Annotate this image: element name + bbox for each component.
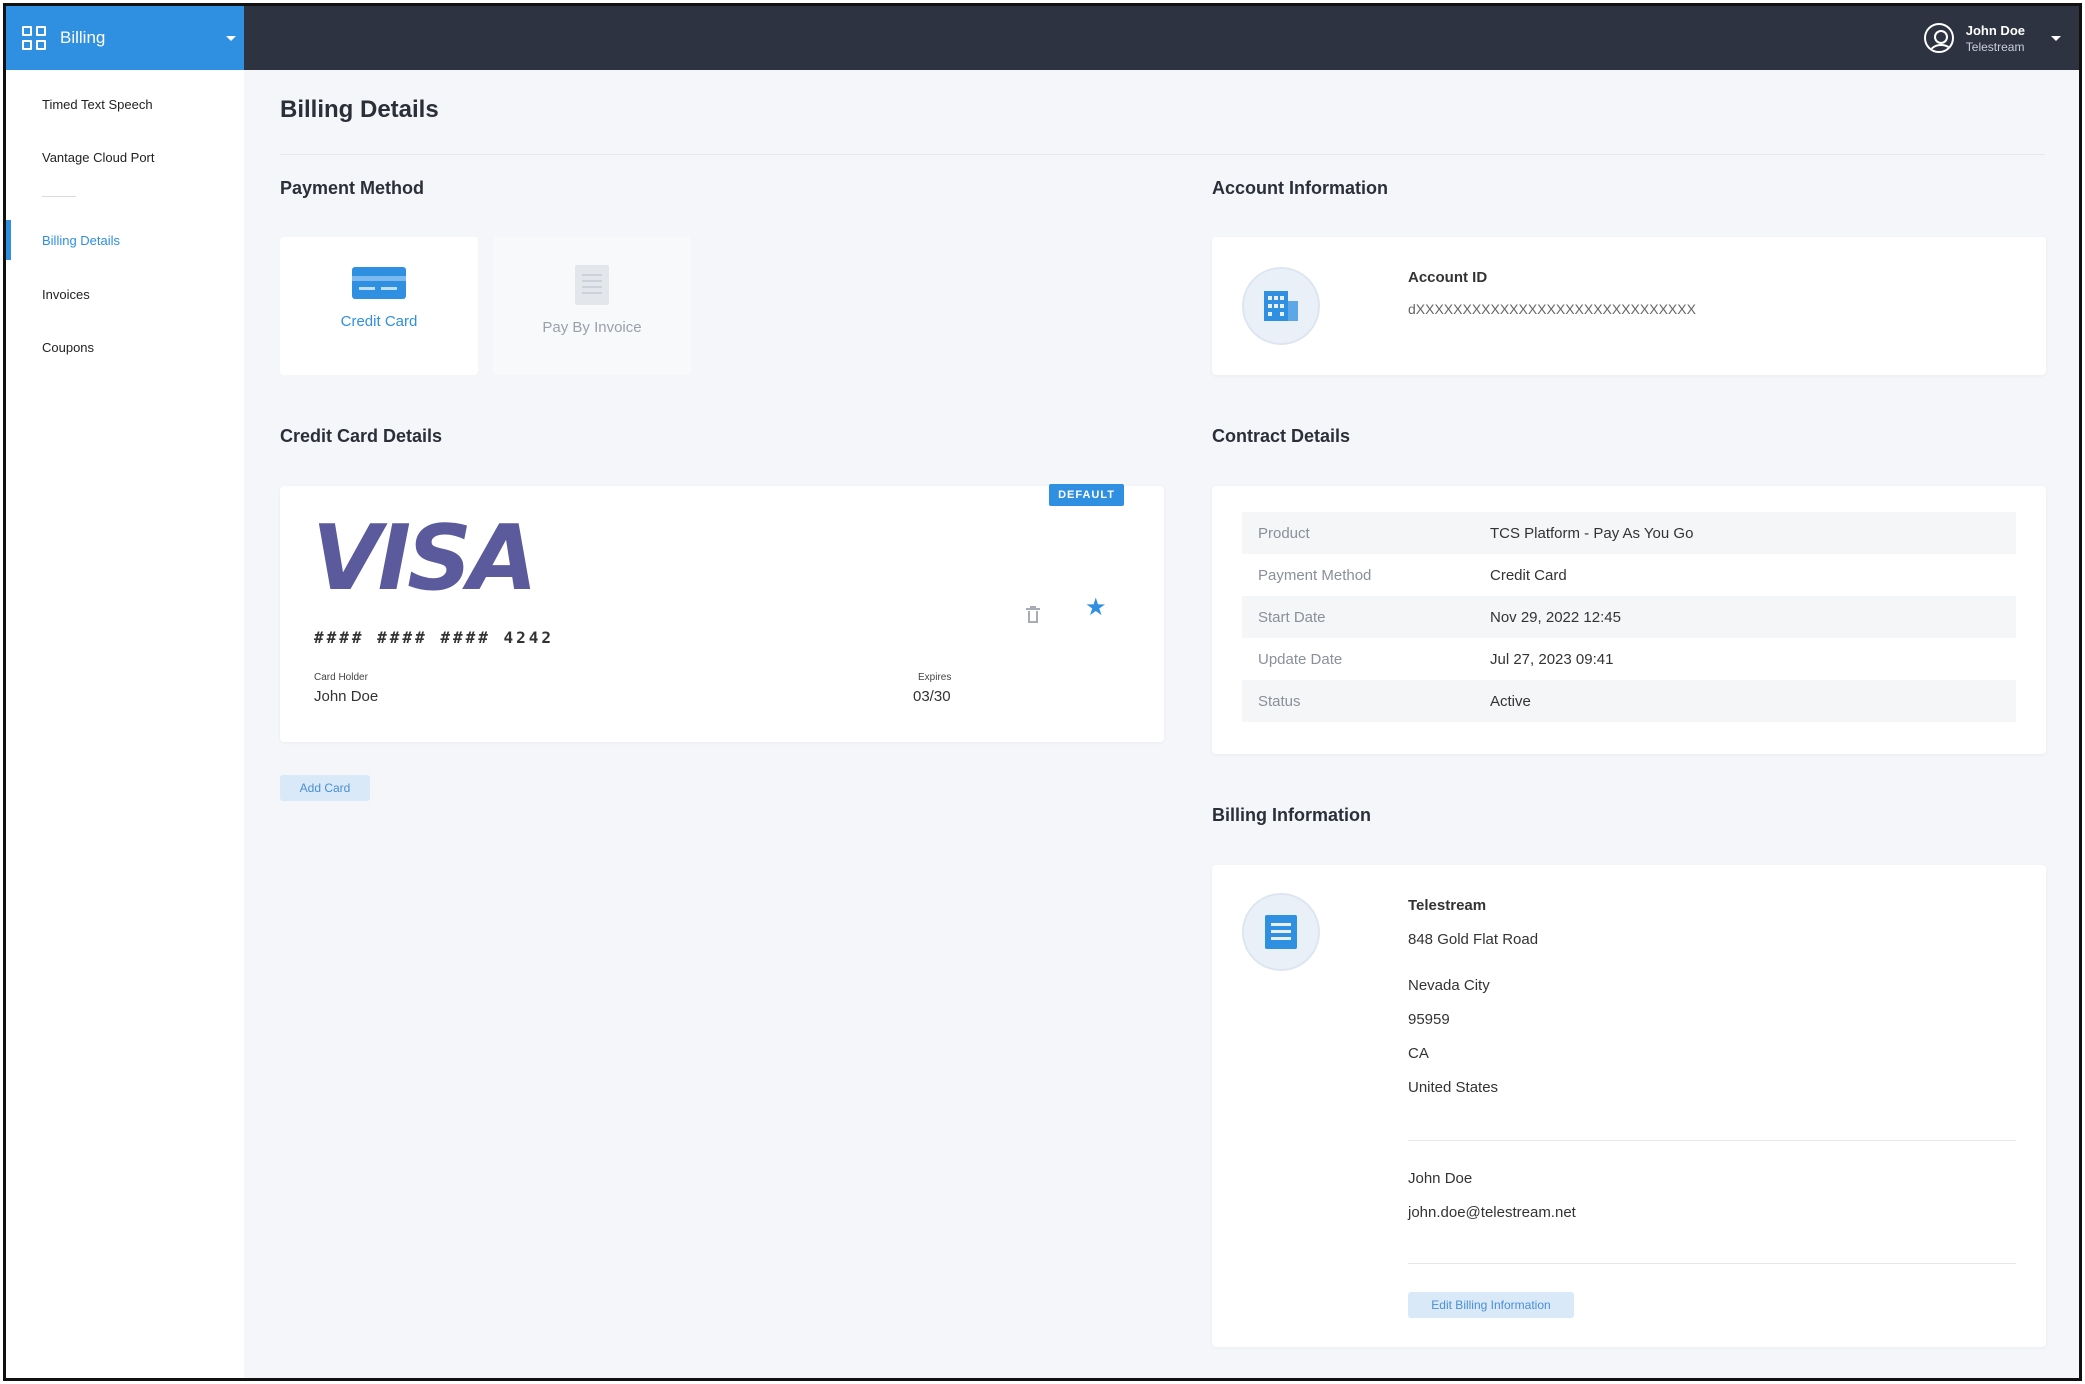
sidebar-item-invoices[interactable]: Invoices: [6, 274, 244, 314]
table-row: Start Date Nov 29, 2022 12:45: [1242, 596, 2016, 638]
contract-table: Product TCS Platform - Pay As You Go Paym…: [1242, 512, 2016, 722]
row-value: Active: [1490, 692, 1531, 710]
table-row: Product TCS Platform - Pay As You Go: [1242, 512, 2016, 554]
payment-option-label: Pay By Invoice: [542, 319, 642, 336]
add-card-button[interactable]: Add Card: [280, 775, 370, 801]
row-key: Update Date: [1258, 650, 1343, 668]
sidebar-item-timed-text-speech[interactable]: Timed Text Speech: [6, 84, 244, 124]
user-org: Telestream: [1965, 39, 2025, 54]
trash-icon[interactable]: [1026, 606, 1040, 624]
table-row: Status Active: [1242, 680, 2016, 722]
chevron-down-icon: [226, 36, 236, 41]
billing-address: 848 Gold Flat Road: [1408, 931, 1539, 948]
table-row: Payment Method Credit Card: [1242, 554, 2016, 596]
building-icon: [1264, 291, 1298, 321]
top-bar: Billing John Doe Telestream: [6, 6, 2079, 70]
billing-country: United States: [1408, 1079, 1499, 1096]
account-id-label: Account ID: [1408, 269, 1488, 286]
billing-company: Telestream: [1408, 897, 1487, 914]
invoice-icon: [575, 265, 609, 305]
billing-contact-name: John Doe: [1408, 1170, 1473, 1187]
billing-contact-email: john.doe@telestream.net: [1408, 1204, 1576, 1221]
sidebar: Timed Text Speech Vantage Cloud Port Bil…: [6, 70, 244, 1378]
credit-card-panel: VISA #### #### #### 4242 Card Holder Joh…: [280, 484, 1164, 742]
billing-icon-badge: [1242, 893, 1320, 971]
contract-details-title: Contract Details: [1212, 426, 1351, 446]
app-switcher[interactable]: Billing: [6, 6, 244, 70]
row-key: Start Date: [1258, 608, 1326, 626]
user-avatar-icon: [1923, 23, 1954, 53]
contract-details-panel: Product TCS Platform - Pay As You Go Paym…: [1212, 486, 2046, 754]
edit-billing-information-button[interactable]: Edit Billing Information: [1408, 1292, 1574, 1318]
sidebar-item-coupons[interactable]: Coupons: [6, 327, 244, 367]
row-key: Product: [1258, 524, 1310, 542]
billing-zip: 95959: [1408, 1011, 1450, 1028]
document-icon: [1265, 915, 1297, 949]
payment-option-credit-card[interactable]: Credit Card: [280, 237, 478, 375]
billing-city: Nevada City: [1408, 977, 1490, 994]
payment-option-pay-by-invoice[interactable]: Pay By Invoice: [493, 237, 691, 375]
account-information-panel: Account ID dXXXXXXXXXXXXXXXXXXXXXXXXXXXX…: [1212, 237, 2046, 375]
payment-method-title: Payment Method: [280, 178, 425, 198]
sidebar-item-billing-details[interactable]: Billing Details: [6, 220, 244, 260]
row-value: Nov 29, 2022 12:45: [1490, 608, 1621, 626]
billing-divider: [1408, 1140, 2016, 1141]
account-information-title: Account Information: [1212, 178, 1388, 198]
apps-grid-icon: [22, 26, 46, 50]
billing-information-title: Billing Information: [1212, 805, 1371, 825]
account-icon-badge: [1242, 267, 1320, 345]
visa-logo: VISA: [312, 506, 538, 611]
row-key: Status: [1258, 692, 1301, 710]
payment-option-label: Credit Card: [340, 313, 418, 330]
credit-card-details-title: Credit Card Details: [280, 426, 443, 446]
row-key: Payment Method: [1258, 566, 1372, 584]
sidebar-item-vantage-cloud-port[interactable]: Vantage Cloud Port: [6, 137, 244, 177]
chevron-down-icon: [2051, 35, 2061, 41]
table-row: Update Date Jul 27, 2023 09:41: [1242, 638, 2016, 680]
user-name: John Doe: [1965, 22, 2025, 38]
expires-label: Expires: [918, 672, 952, 683]
star-icon[interactable]: ★: [1085, 596, 1107, 620]
default-badge: DEFAULT: [1049, 484, 1124, 506]
page-title: Billing Details: [280, 96, 439, 123]
main-content: Billing Details Payment Method Credit Ca…: [244, 70, 2079, 1378]
billing-state: CA: [1408, 1045, 1429, 1062]
user-menu[interactable]: John Doe Telestream: [1923, 6, 2061, 70]
row-value: TCS Platform - Pay As You Go: [1490, 524, 1694, 542]
row-value: Credit Card: [1490, 566, 1567, 584]
app-window: Billing John Doe Telestream Timed Text S…: [3, 3, 2082, 1381]
expires-value: 03/30: [913, 688, 951, 705]
card-holder-label: Card Holder: [314, 672, 368, 683]
card-holder-value: John Doe: [314, 688, 379, 705]
row-value: Jul 27, 2023 09:41: [1490, 650, 1614, 668]
billing-divider: [1408, 1263, 2016, 1264]
card-number: #### #### #### 4242: [314, 628, 555, 647]
account-id-value: dXXXXXXXXXXXXXXXXXXXXXXXXXXXXXX: [1408, 301, 1696, 317]
title-divider: [280, 154, 2045, 155]
billing-information-panel: Telestream 848 Gold Flat Road Nevada Cit…: [1212, 865, 2046, 1347]
credit-card-icon: [352, 267, 406, 299]
sidebar-divider: [42, 196, 76, 197]
app-name: Billing: [60, 28, 106, 47]
